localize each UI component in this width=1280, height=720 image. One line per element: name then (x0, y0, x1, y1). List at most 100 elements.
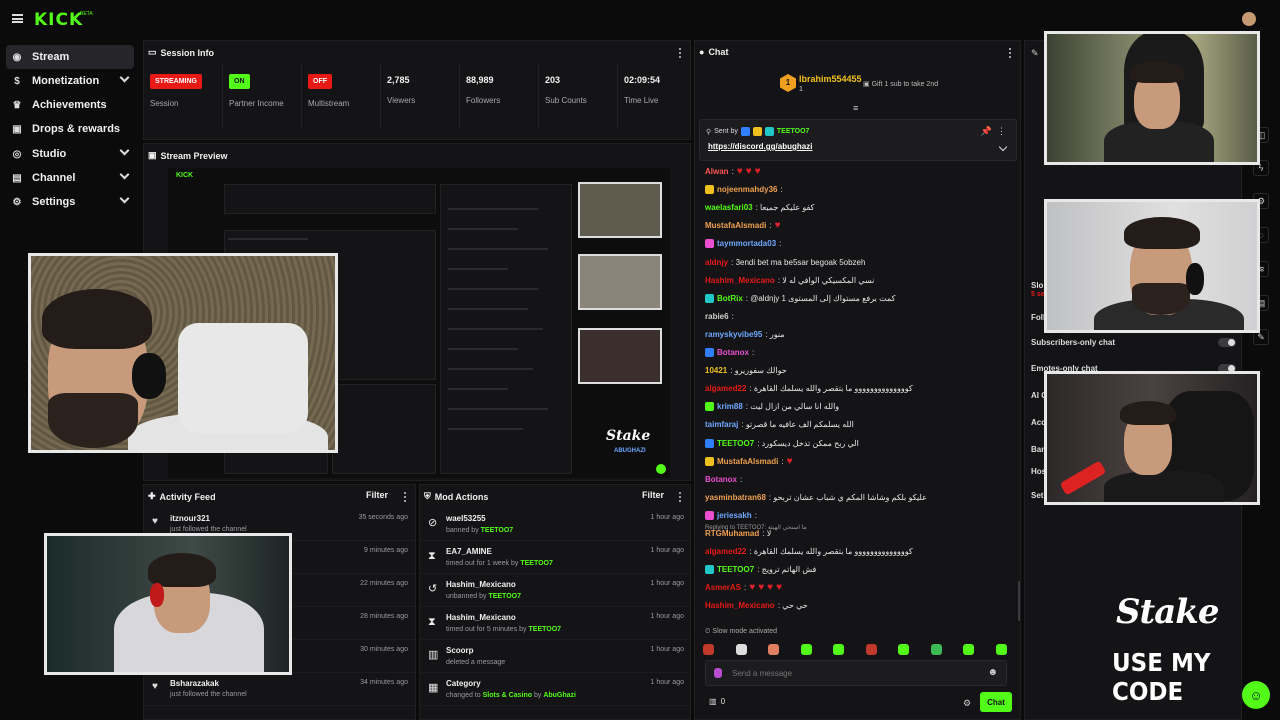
sidebar-item-channel[interactable]: ▤ Channel (6, 166, 134, 190)
activity-desc: just followed the channel (170, 526, 247, 533)
chat-message-input[interactable] (732, 665, 982, 681)
preview-logo: KICK (176, 172, 194, 179)
chat-username[interactable]: nojeenmahdy36 (717, 185, 777, 194)
chat-scrollbar[interactable] (1018, 581, 1020, 621)
pinned-link[interactable]: https://discord.gg/abughazi (708, 142, 812, 151)
emote-icon[interactable] (930, 644, 942, 655)
chat-username[interactable]: BotRix (717, 294, 743, 303)
sidebar-item-settings[interactable]: ⚙ Settings (6, 190, 134, 214)
chat-username[interactable]: Hashim_Mexicano (705, 276, 775, 285)
mod-target[interactable]: Hashim_Mexicano (446, 613, 516, 622)
more-icon[interactable]: ⋮ (997, 126, 1006, 137)
chat-username[interactable]: TEETOO7 (717, 565, 754, 574)
support-chat-icon[interactable]: ☺ (1242, 681, 1270, 709)
emote-icon[interactable] (735, 644, 747, 655)
more-icon[interactable] (679, 492, 682, 502)
chat-username[interactable]: yasminbatran68 (705, 493, 766, 502)
chat-send-button[interactable]: Chat (980, 692, 1012, 712)
mod-target[interactable]: Scoorp (446, 646, 474, 655)
mod-row: ↺ Hashim_Mexicano unbanned by TEETOO7 1 … (420, 575, 690, 607)
mod-time: 1 hour ago (650, 547, 684, 554)
chat-username[interactable]: taymmortada03 (717, 239, 776, 248)
chat-username[interactable]: jeriesakh (717, 511, 752, 520)
chat-settings-icon[interactable]: ⚙ (963, 698, 971, 709)
mod-filter-button[interactable]: Filter (642, 490, 664, 500)
chat-username[interactable]: MustafaAlsmadi (705, 221, 766, 230)
mod-target[interactable]: EA7_AMINE (446, 547, 492, 556)
kick-logo[interactable]: KICK (34, 10, 83, 30)
gift-prompt[interactable]: ▣ Gift 1 sub to take 2nd (863, 80, 938, 88)
emote-icon[interactable] (898, 644, 909, 655)
channel-icon: ▤ (12, 172, 22, 184)
mod-target[interactable]: Category (446, 679, 481, 688)
chat-message: Hashim_Mexicano: حي حي (705, 598, 1015, 613)
chevron-down-icon[interactable] (998, 142, 1008, 152)
top-gifter-name[interactable]: Ibrahim554455 (799, 74, 862, 84)
activity-filter-button[interactable]: Filter (366, 490, 388, 500)
sidebar-item-monetization[interactable]: $ Monetization (6, 69, 134, 93)
sidebar-item-stream[interactable]: ◉ Stream (6, 45, 134, 69)
chat-text: : كفو عليكم جميعا (755, 203, 815, 213)
more-icon[interactable] (679, 48, 682, 58)
chat-username[interactable]: taimfaraj (705, 420, 738, 429)
emote-icon[interactable] (768, 644, 779, 655)
menu-icon[interactable] (12, 14, 23, 23)
chat-username[interactable]: rabie6 (705, 312, 729, 321)
sidebar-item-drops[interactable]: ▣ Drops & rewards (6, 117, 134, 141)
pinned-user[interactable]: TEETOO7 (777, 128, 810, 135)
stat-label: Time Live (624, 96, 659, 105)
activity-user[interactable]: itznour321 (170, 514, 210, 523)
heart-emote-icon: ♥ (767, 582, 774, 594)
emote-icon[interactable] (865, 644, 877, 655)
user-badge-icon (705, 348, 714, 357)
studio-icon: ◎ (12, 148, 22, 160)
more-icon[interactable] (1009, 48, 1012, 58)
mod-target[interactable]: wael53255 (446, 514, 486, 523)
chat-username[interactable]: MustafaAlsmadi (717, 457, 778, 466)
activity-user[interactable]: Bsharazakak (170, 679, 219, 688)
points-display[interactable]: ▥ 0 (709, 697, 725, 706)
stat-label: Followers (466, 96, 501, 105)
emote-icon[interactable] (703, 644, 714, 655)
emote-icon[interactable] (995, 644, 1007, 655)
undo-icon: ↺ (428, 583, 438, 595)
chat-username[interactable]: Botanox (705, 475, 737, 484)
chat-input-box[interactable]: ☻ (705, 660, 1007, 686)
pinned-label: Sent by (714, 128, 738, 135)
chat-username[interactable]: Hashim_Mexicano (705, 601, 775, 610)
emote-icon[interactable] (800, 644, 812, 655)
session-info-panel: ▭ Session Info STREAMING Session ON Partn… (143, 40, 691, 140)
mod-target[interactable]: Hashim_Mexicano (446, 580, 516, 589)
emoji-icon[interactable]: ☻ (987, 667, 998, 678)
activity-time: 30 minutes ago (360, 646, 408, 653)
emote-icon[interactable] (833, 644, 844, 655)
sidebar-item-label: Achievements (32, 99, 107, 111)
stat-label: Partner Income (229, 99, 284, 108)
chat-username[interactable]: algamed22 (705, 384, 746, 393)
collapse-icon[interactable]: ≡ (853, 103, 858, 113)
sidebar-item-studio[interactable]: ◎ Studio (6, 142, 134, 166)
chat-username[interactable]: Alwan (705, 167, 729, 176)
chat-username[interactable]: algamed22 (705, 547, 746, 556)
subscribers-only-toggle[interactable] (1218, 338, 1236, 347)
partial-label: Slo (1031, 281, 1044, 290)
chat-username[interactable]: aldnjy (705, 258, 728, 267)
sidebar-item-achievements[interactable]: ♛ Achievements (6, 93, 134, 117)
chat-username[interactable]: waelasfari03 (705, 203, 753, 212)
chat-username[interactable]: krim88 (717, 402, 743, 411)
pin-toggle-icon[interactable]: 📌 (981, 126, 992, 137)
mic-icon[interactable] (714, 668, 722, 678)
chat-username[interactable]: 10421 (705, 366, 727, 375)
chat-message: rabie6: (705, 309, 1015, 324)
chat-username[interactable]: ramyskyvibe95 (705, 330, 762, 339)
chat-username[interactable]: AsmerAS (705, 583, 741, 592)
chevron-down-icon (119, 169, 130, 180)
emote-icon[interactable] (963, 644, 974, 655)
user-avatar[interactable] (1242, 12, 1256, 26)
reply-indicator: Replying to TEETOO7: ما استحي الهيئة (705, 525, 807, 531)
mod-time: 1 hour ago (650, 646, 684, 653)
more-icon[interactable] (404, 492, 407, 502)
chat-username[interactable]: Botanox (717, 348, 749, 357)
chat-username[interactable]: TEETOO7 (717, 439, 754, 448)
chat-text: : (769, 221, 772, 231)
